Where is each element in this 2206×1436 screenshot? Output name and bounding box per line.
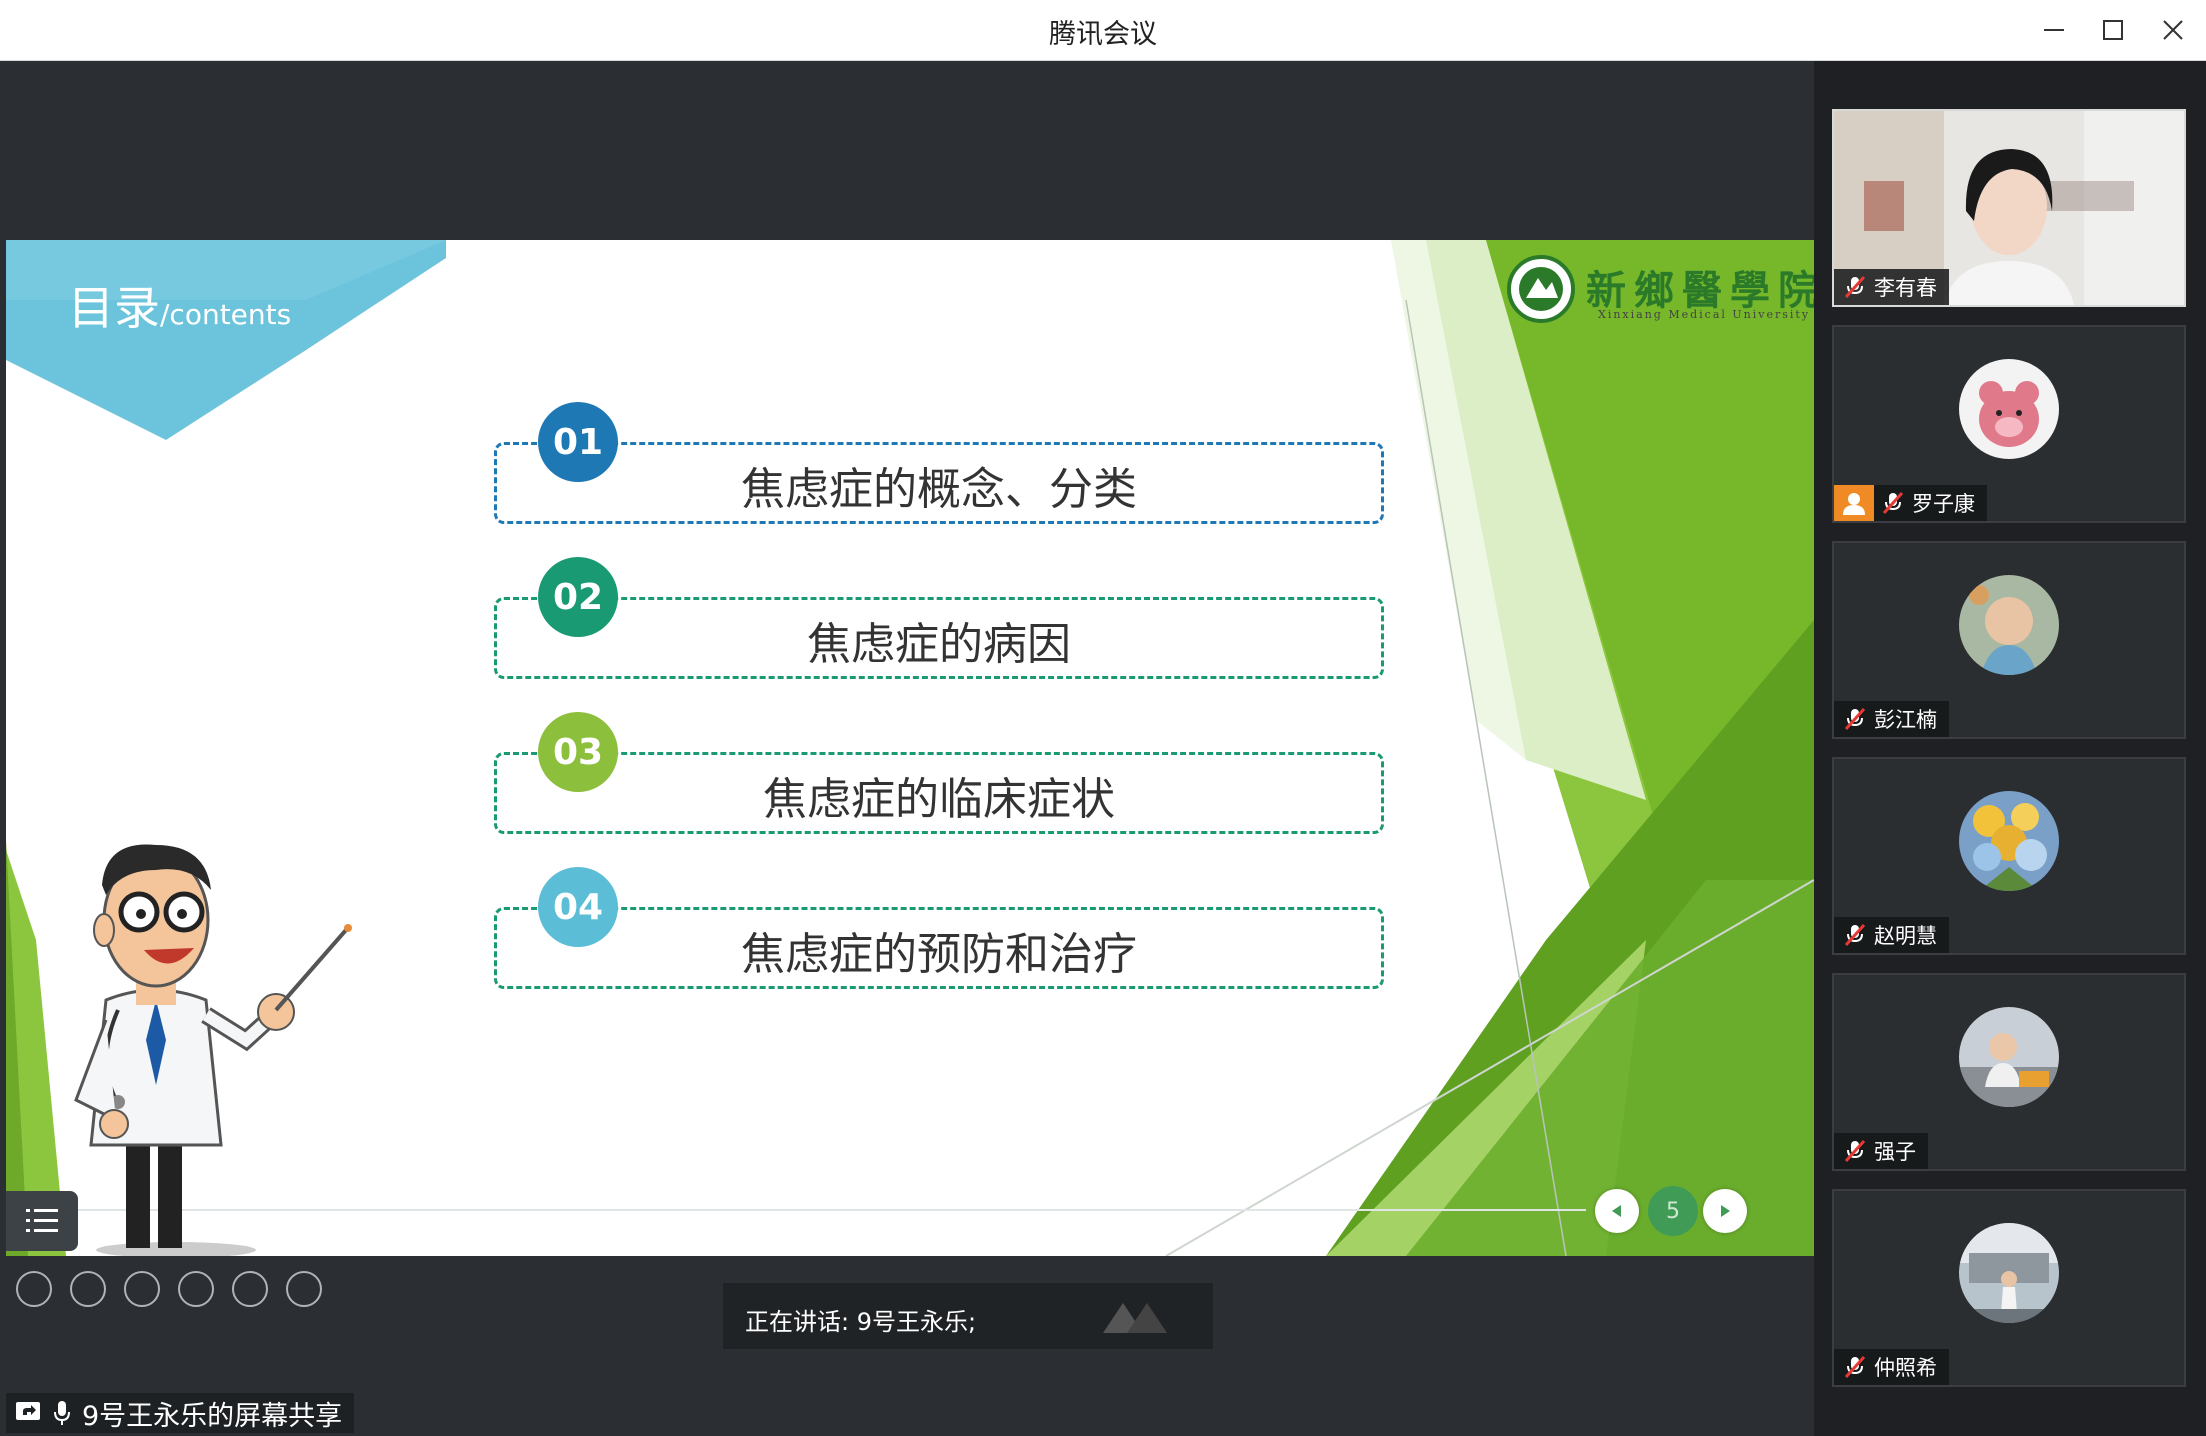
presenter-toolbar: [16, 1271, 322, 1307]
toc-item-2[interactable]: 焦虑症的病因: [494, 597, 1384, 679]
participant-tile[interactable]: 李有春: [1832, 109, 2186, 307]
toc-item-text: 焦虑症的概念、分类: [741, 464, 1137, 515]
pen-icon[interactable]: [124, 1271, 160, 1307]
participant-tile[interactable]: 仲照希: [1832, 1189, 2186, 1387]
avatar: [1959, 575, 2059, 675]
participant-name-tag: 李有春: [1834, 269, 1949, 305]
avatar: [1959, 791, 2059, 891]
toc-badge-3: 03: [538, 712, 618, 792]
participant-name: 李有春: [1874, 276, 1937, 300]
participant-tile[interactable]: 罗子康: [1832, 325, 2186, 523]
mic-muted-icon: [1844, 707, 1866, 731]
participant-tile[interactable]: 强子: [1832, 973, 2186, 1171]
mic-muted-icon: [1844, 1139, 1866, 1163]
close-icon[interactable]: [2150, 8, 2196, 52]
maximize-icon[interactable]: [2090, 8, 2136, 52]
slide-menu-button[interactable]: [6, 1191, 78, 1251]
participant-name-tag: 罗子康: [1834, 485, 1987, 521]
more-icon[interactable]: [286, 1271, 322, 1307]
participant-name-tag: 彭江楠: [1834, 701, 1949, 737]
university-logo: 新鄉醫學院 Xinxiang Medical University: [1506, 252, 1814, 332]
toc-item-text: 焦虑症的预防和治疗: [741, 929, 1137, 980]
participant-name: 仲照希: [1874, 1356, 1937, 1380]
speaking-indicator: 正在讲话: 9号王永乐;: [723, 1283, 1213, 1349]
screen-share-label: 9号王永乐的屏幕共享: [6, 1393, 355, 1433]
toc-item-4[interactable]: 焦虑症的预防和治疗: [494, 907, 1384, 989]
participant-name-tag: 仲照希: [1834, 1349, 1949, 1385]
avatar: [1959, 1223, 2059, 1323]
participant-tile[interactable]: 彭江楠: [1832, 541, 2186, 739]
minimize-icon[interactable]: [2031, 8, 2077, 52]
participant-tile[interactable]: 赵明慧: [1832, 757, 2186, 955]
participant-name: 彭江楠: [1874, 708, 1937, 732]
avatar: [1959, 359, 2059, 459]
next-slide-button[interactable]: [1703, 1189, 1747, 1233]
mic-muted-icon: [1844, 1355, 1866, 1379]
mic-muted-icon: [1844, 923, 1866, 947]
toc-item-text: 焦虑症的临床症状: [763, 774, 1115, 825]
sound-wave-icon: [1103, 1303, 1167, 1333]
doctor-illustration: [74, 844, 352, 1256]
participant-name-tag: 赵明慧: [1834, 917, 1949, 953]
participant-name: 强子: [1874, 1140, 1916, 1164]
prev-slide-button[interactable]: [1595, 1189, 1639, 1233]
slide-background: [6, 240, 1814, 1256]
shared-screen-area: 目录/contents 新鄉醫學院 Xinxiang Medical Unive…: [6, 61, 1814, 1436]
toc-badge-1: 01: [538, 402, 618, 482]
university-name-en: Xinxiang Medical University: [1598, 308, 1811, 321]
toc-item-text: 焦虑症的病因: [807, 619, 1071, 670]
slide-header-sub: /contents: [160, 298, 292, 331]
toc-badge-4: 04: [538, 867, 618, 947]
avatar: [1959, 1007, 2059, 1107]
participant-name: 罗子康: [1912, 492, 1975, 516]
screen-share-text: 9号王永乐的屏幕共享: [82, 1400, 343, 1432]
slide-header-main: 目录: [68, 281, 160, 335]
host-icon: [1834, 485, 1874, 521]
title-bar: 腾讯会议: [0, 0, 2206, 61]
mic-muted-icon: [1844, 275, 1866, 299]
mic-muted-icon: [1882, 491, 1904, 515]
grid-icon[interactable]: [178, 1271, 214, 1307]
microphone-icon: [54, 1401, 70, 1425]
participant-name-tag: 强子: [1834, 1133, 1928, 1169]
zoom-icon[interactable]: [232, 1271, 268, 1307]
window-title: 腾讯会议: [1049, 19, 1157, 50]
toc-item-1[interactable]: 焦虑症的概念、分类: [494, 442, 1384, 524]
slide-header: 目录/contents: [68, 272, 291, 338]
participants-panel: 李有春 罗子康 彭江楠 赵明慧 强子 仲照希: [1814, 61, 2206, 1436]
triangle-right-icon: [1721, 1205, 1730, 1217]
list-icon: [26, 1209, 58, 1232]
triangle-left-icon: [1612, 1205, 1621, 1217]
toc-badge-2: 02: [538, 557, 618, 637]
university-seal-icon: [1507, 255, 1575, 323]
participant-name: 赵明慧: [1874, 924, 1937, 948]
toc-item-3[interactable]: 焦虑症的临床症状: [494, 752, 1384, 834]
back-icon[interactable]: [16, 1271, 52, 1307]
slide-page-number: 5: [1648, 1186, 1698, 1236]
screen-share-icon: [16, 1402, 40, 1420]
presentation-slide: 目录/contents 新鄉醫學院 Xinxiang Medical Unive…: [6, 240, 1814, 1256]
play-icon[interactable]: [70, 1271, 106, 1307]
speaking-label: 正在讲话: 9号王永乐;: [745, 1308, 977, 1336]
